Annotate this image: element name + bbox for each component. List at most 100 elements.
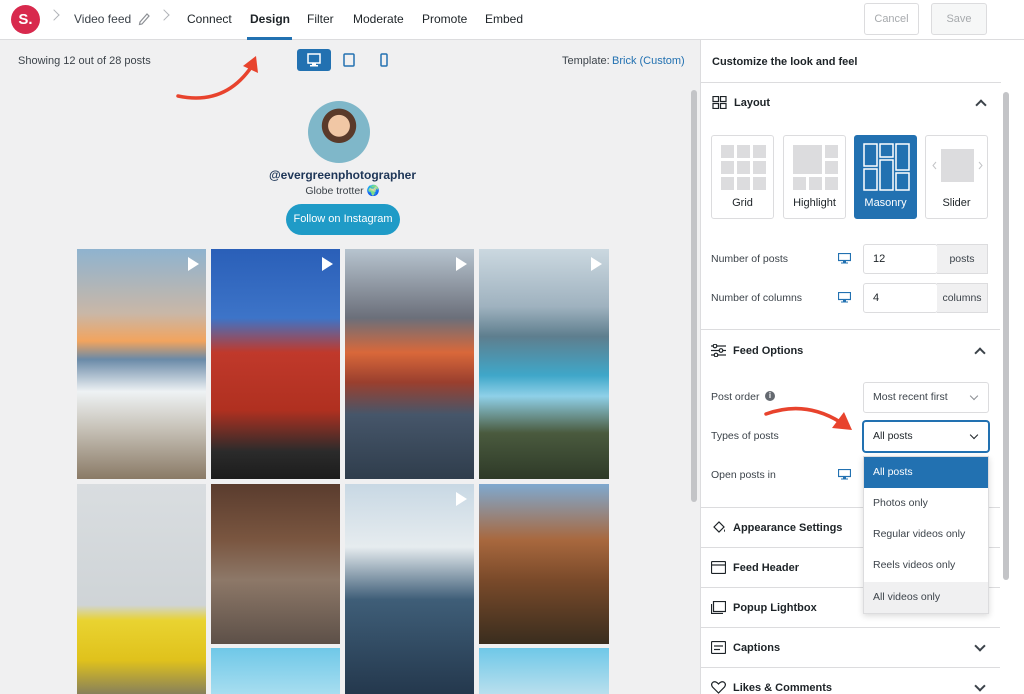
section-captions[interactable]: Captions bbox=[700, 627, 1000, 667]
section-label: Captions bbox=[733, 642, 781, 654]
section-feed-options[interactable]: Feed Options bbox=[700, 329, 1000, 371]
layout-option-grid[interactable]: Grid bbox=[711, 135, 774, 219]
post-image[interactable] bbox=[211, 648, 340, 694]
preview-scrollbar-thumb[interactable] bbox=[691, 90, 697, 502]
post-image[interactable] bbox=[479, 648, 609, 694]
annotation-arrow-icon bbox=[176, 56, 258, 100]
device-tablet-button[interactable] bbox=[332, 49, 366, 71]
device-desktop-button[interactable] bbox=[297, 49, 331, 71]
cancel-button[interactable]: Cancel bbox=[864, 3, 919, 35]
chevron-down-icon[interactable] bbox=[974, 680, 986, 692]
types-of-posts-value: All posts bbox=[873, 430, 913, 442]
device-phone-button[interactable] bbox=[367, 49, 401, 71]
chevron-up-icon[interactable] bbox=[975, 99, 987, 111]
play-icon bbox=[188, 257, 199, 271]
follow-button[interactable]: Follow on Instagram bbox=[286, 204, 400, 235]
layout-option-label: Slider bbox=[942, 197, 971, 209]
template-link[interactable]: Brick (Custom) bbox=[612, 55, 685, 67]
tab-connect[interactable]: Connect bbox=[187, 12, 232, 26]
phone-icon bbox=[380, 53, 388, 67]
profile-bio: Globe trotter 🌍 bbox=[305, 185, 380, 197]
post-image[interactable] bbox=[479, 484, 609, 644]
post-image[interactable] bbox=[211, 484, 340, 644]
dropdown-option-all-posts[interactable]: All posts bbox=[864, 457, 988, 488]
desktop-icon[interactable] bbox=[838, 292, 851, 303]
breadcrumb-chevron-icon bbox=[158, 9, 170, 21]
desktop-icon[interactable] bbox=[838, 469, 851, 480]
post-image[interactable] bbox=[77, 484, 206, 694]
template-label: Template: bbox=[562, 55, 610, 67]
layout-option-slider[interactable]: Slider bbox=[925, 135, 988, 219]
tab-filter[interactable]: Filter bbox=[307, 12, 334, 26]
section-layout[interactable]: Layout bbox=[701, 82, 1001, 124]
section-label: Feed Header bbox=[733, 562, 800, 574]
profile-avatar[interactable] bbox=[308, 101, 370, 163]
paint-bucket-icon bbox=[713, 521, 725, 533]
breadcrumb-chevron-icon bbox=[48, 9, 60, 21]
section-label: Likes & Comments bbox=[733, 682, 833, 694]
tab-promote[interactable]: Promote bbox=[422, 12, 467, 26]
chevron-down-icon[interactable] bbox=[974, 640, 986, 652]
play-icon bbox=[456, 492, 467, 506]
app-logo[interactable]: S. bbox=[11, 5, 40, 34]
tab-moderate[interactable]: Moderate bbox=[353, 12, 404, 26]
desktop-icon[interactable] bbox=[838, 253, 851, 264]
post-image[interactable] bbox=[211, 249, 340, 479]
post-order-select[interactable]: Most recent first bbox=[863, 382, 989, 413]
layout-option-label: Masonry bbox=[864, 197, 907, 209]
panel-title: Customize the look and feel bbox=[712, 56, 858, 68]
desktop-icon bbox=[307, 53, 321, 67]
types-of-posts-dropdown: All posts Photos only Regular videos onl… bbox=[863, 456, 989, 614]
section-label: Layout bbox=[734, 97, 771, 109]
panel-scrollbar-thumb[interactable] bbox=[1003, 92, 1009, 580]
post-image[interactable] bbox=[479, 249, 609, 479]
feed-name[interactable]: Video feed bbox=[74, 12, 131, 26]
heart-icon bbox=[711, 681, 726, 694]
chevron-down-icon bbox=[969, 391, 979, 401]
play-icon bbox=[456, 257, 467, 271]
pencil-icon[interactable] bbox=[137, 10, 151, 26]
post-image[interactable] bbox=[345, 249, 474, 479]
annotation-arrow-icon bbox=[764, 406, 852, 430]
profile-username: @evergreenphotographer bbox=[268, 168, 417, 182]
chevron-down-icon bbox=[969, 430, 979, 440]
tab-design[interactable]: Design bbox=[250, 12, 290, 26]
layout-option-highlight[interactable]: Highlight bbox=[783, 135, 846, 219]
feed-preview: Showing 12 out of 28 posts Template: Bri… bbox=[0, 40, 700, 694]
save-button[interactable]: Save bbox=[931, 3, 987, 35]
post-order-value: Most recent first bbox=[873, 391, 948, 403]
num-posts-label: Number of posts bbox=[711, 253, 789, 265]
layout-option-masonry[interactable]: Masonry bbox=[854, 135, 917, 219]
open-posts-label: Open posts in bbox=[711, 469, 776, 481]
num-columns-input[interactable]: 4 bbox=[863, 283, 938, 313]
post-order-label: Post order bbox=[711, 391, 760, 403]
section-label: Popup Lightbox bbox=[733, 602, 817, 614]
chevron-up-icon[interactable] bbox=[974, 347, 986, 359]
sliders-icon bbox=[711, 344, 726, 357]
section-label: Appearance Settings bbox=[733, 522, 843, 534]
dropdown-option-reels-videos[interactable]: Reels videos only bbox=[864, 550, 988, 581]
play-icon bbox=[322, 257, 333, 271]
tablet-icon bbox=[343, 53, 355, 67]
num-columns-unit: columns bbox=[937, 283, 988, 313]
layout-option-label: Grid bbox=[732, 197, 753, 209]
num-posts-input[interactable]: 12 bbox=[863, 244, 938, 274]
layout-option-label: Highlight bbox=[793, 197, 836, 209]
num-columns-label: Number of columns bbox=[711, 292, 803, 304]
dropdown-option-photos-only[interactable]: Photos only bbox=[864, 488, 988, 519]
captions-icon bbox=[711, 641, 726, 654]
header-icon bbox=[711, 561, 726, 574]
lightbox-icon bbox=[711, 601, 726, 614]
dropdown-option-regular-videos[interactable]: Regular videos only bbox=[864, 519, 988, 550]
types-of-posts-select[interactable]: All posts bbox=[863, 421, 989, 452]
section-likes-comments[interactable]: Likes & Comments bbox=[700, 667, 1000, 694]
dropdown-option-all-videos[interactable]: All videos only bbox=[864, 582, 988, 613]
layout-grid-icon bbox=[712, 96, 727, 109]
section-label: Feed Options bbox=[733, 345, 804, 357]
num-posts-unit: posts bbox=[937, 244, 988, 274]
posts-count-text: Showing 12 out of 28 posts bbox=[18, 55, 151, 67]
tab-embed[interactable]: Embed bbox=[485, 12, 523, 26]
post-image[interactable] bbox=[77, 249, 206, 479]
play-icon bbox=[591, 257, 602, 271]
post-image[interactable] bbox=[345, 484, 474, 694]
